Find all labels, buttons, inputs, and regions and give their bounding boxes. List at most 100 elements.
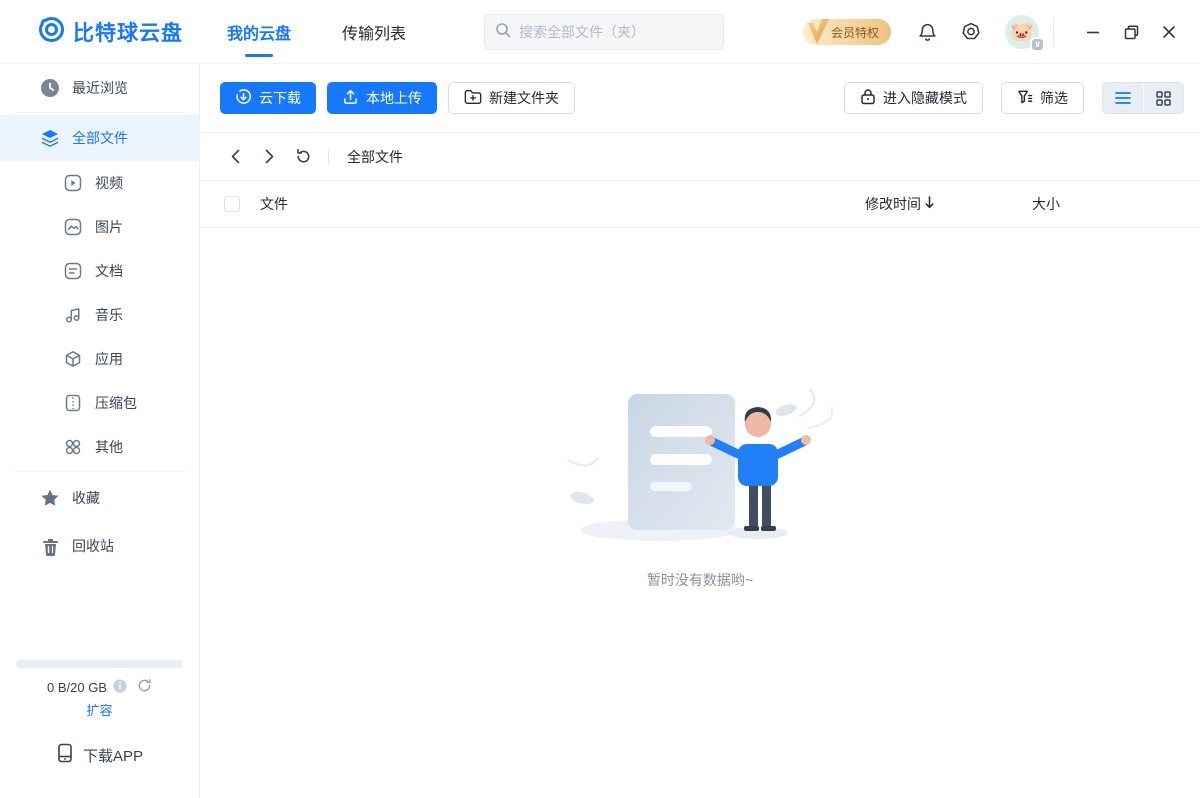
- notification-bell-icon[interactable]: [915, 20, 939, 44]
- sidebar-item-label: 收藏: [72, 488, 100, 508]
- image-icon: [63, 217, 83, 237]
- close-button[interactable]: [1155, 18, 1183, 46]
- app-box-icon: [63, 349, 83, 369]
- new-folder-label: 新建文件夹: [489, 88, 559, 108]
- main-content: 云下载 本地上传 新建文件夹: [200, 64, 1200, 798]
- breadcrumb-divider: [328, 149, 329, 165]
- sidebar-item-recycle-bin[interactable]: 回收站: [0, 522, 199, 570]
- vip-badge-label: 会员特权: [831, 24, 879, 41]
- grid-view-button[interactable]: [1143, 83, 1183, 113]
- other-grid-icon: [63, 437, 83, 457]
- vip-badge[interactable]: 会员特权: [803, 19, 891, 45]
- filter-icon: [1017, 89, 1033, 108]
- storage-panel: 0 B/20 GB 扩容 下载APP: [0, 638, 199, 798]
- search-input[interactable]: [519, 24, 713, 40]
- sidebar-item-music[interactable]: 音乐: [0, 293, 199, 337]
- filter-button[interactable]: 筛选: [1001, 82, 1084, 114]
- vip-v-icon: [805, 17, 833, 50]
- download-app-button[interactable]: 下载APP: [0, 743, 199, 767]
- minimize-button[interactable]: [1079, 18, 1107, 46]
- sidebar-item-label: 文档: [95, 261, 123, 281]
- app-logo: 比特球云盘: [38, 0, 183, 64]
- table-header: 文件 修改时间 大小: [200, 181, 1200, 228]
- sidebar-item-video[interactable]: 视频: [0, 161, 199, 205]
- list-view-button[interactable]: [1103, 83, 1143, 113]
- cloud-download-label: 云下载: [259, 88, 301, 108]
- tab-transfer-list[interactable]: 传输列表: [342, 0, 406, 64]
- clock-icon: [40, 78, 60, 98]
- avatar[interactable]: 🐷 ∨: [1005, 15, 1039, 49]
- settings-icon[interactable]: [959, 20, 983, 44]
- sidebar-item-label: 最近浏览: [72, 78, 128, 98]
- empty-illustration: [560, 388, 840, 548]
- refresh-storage-icon[interactable]: [137, 678, 152, 696]
- logo-text: 比特球云盘: [73, 17, 183, 47]
- column-modified[interactable]: 修改时间: [865, 194, 934, 214]
- cloud-download-button[interactable]: 云下载: [220, 82, 316, 114]
- download-app-label: 下载APP: [83, 745, 143, 766]
- sidebar-item-label: 音乐: [95, 305, 123, 325]
- sidebar-item-label: 其他: [95, 437, 123, 457]
- view-toggle: [1102, 82, 1184, 114]
- sidebar: 最近浏览 全部文件 视频 图片: [0, 64, 200, 798]
- tab-my-drive[interactable]: 我的云盘: [227, 0, 291, 64]
- column-modified-label: 修改时间: [865, 194, 921, 214]
- zip-icon: [63, 393, 83, 413]
- empty-message: 暂时没有数据哟~: [647, 570, 753, 590]
- back-icon[interactable]: [226, 148, 244, 166]
- sidebar-item-label: 图片: [95, 217, 123, 237]
- select-all-checkbox[interactable]: [224, 196, 240, 212]
- breadcrumb-current[interactable]: 全部文件: [347, 147, 403, 167]
- hidden-mode-label: 进入隐藏模式: [883, 88, 967, 108]
- cloud-download-icon: [235, 88, 252, 108]
- forward-icon[interactable]: [260, 148, 278, 166]
- document-icon: [63, 261, 83, 281]
- sidebar-item-doc[interactable]: 文档: [0, 249, 199, 293]
- music-icon: [63, 305, 83, 325]
- sidebar-item-label: 回收站: [72, 536, 114, 556]
- app-window: 比特球云盘 我的云盘 传输列表 会员特权 🐷 ∨: [0, 0, 1200, 798]
- sidebar-item-app[interactable]: 应用: [0, 337, 199, 381]
- phone-icon: [56, 743, 74, 767]
- toolbar: 云下载 本地上传 新建文件夹: [200, 64, 1200, 133]
- sidebar-item-all-files[interactable]: 全部文件: [0, 115, 199, 161]
- avatar-vip-badge-icon: ∨: [1030, 37, 1045, 52]
- sidebar-item-other[interactable]: 其他: [0, 425, 199, 469]
- filter-label: 筛选: [1040, 88, 1068, 108]
- storage-progress-bar: [16, 660, 183, 668]
- lock-icon: [860, 88, 876, 108]
- logo-icon: [38, 16, 65, 48]
- refresh-icon[interactable]: [294, 148, 312, 166]
- local-upload-label: 本地上传: [366, 88, 422, 108]
- sidebar-item-label: 应用: [95, 349, 123, 369]
- header-divider: [1053, 18, 1054, 46]
- folder-plus-icon: [464, 89, 482, 108]
- app-header: 比特球云盘 我的云盘 传输列表 会员特权 🐷 ∨: [0, 0, 1200, 64]
- layers-icon: [40, 128, 60, 148]
- info-icon[interactable]: [113, 679, 127, 696]
- search-icon: [495, 22, 511, 43]
- sidebar-item-favorites[interactable]: 收藏: [0, 474, 199, 522]
- storage-usage-text: 0 B/20 GB: [47, 680, 107, 695]
- sidebar-item-zip[interactable]: 压缩包: [0, 381, 199, 425]
- star-icon: [40, 488, 60, 508]
- search-box[interactable]: [484, 14, 724, 50]
- sidebar-item-label: 视频: [95, 173, 123, 193]
- trash-icon: [40, 536, 60, 556]
- expand-storage-link[interactable]: 扩容: [0, 700, 199, 719]
- new-folder-button[interactable]: 新建文件夹: [448, 82, 575, 114]
- sidebar-item-image[interactable]: 图片: [0, 205, 199, 249]
- empty-state: 暂时没有数据哟~: [200, 228, 1200, 798]
- local-upload-button[interactable]: 本地上传: [327, 82, 437, 114]
- restore-button[interactable]: [1117, 18, 1145, 46]
- sidebar-item-recent[interactable]: 最近浏览: [0, 66, 199, 110]
- column-size: 大小: [1032, 194, 1060, 214]
- hidden-mode-button[interactable]: 进入隐藏模式: [844, 82, 983, 114]
- video-icon: [63, 173, 83, 193]
- sort-desc-icon: [925, 196, 934, 212]
- sidebar-item-label: 全部文件: [72, 128, 128, 148]
- column-file: 文件: [260, 194, 288, 214]
- sidebar-divider: [14, 112, 185, 113]
- sidebar-divider: [14, 471, 185, 472]
- upload-icon: [342, 88, 359, 108]
